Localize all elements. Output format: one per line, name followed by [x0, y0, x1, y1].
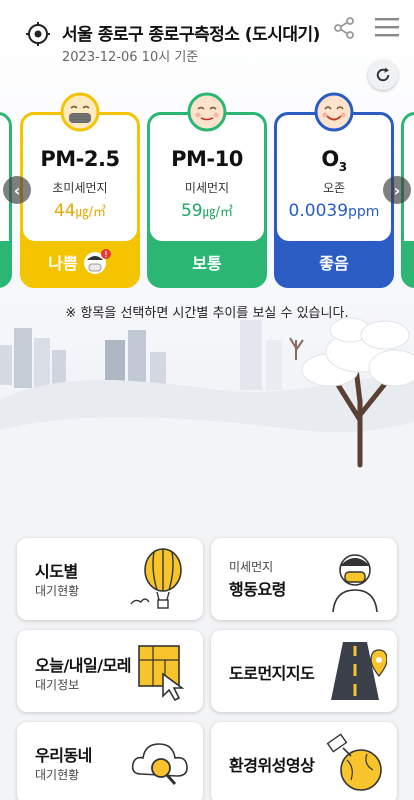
masked-face-icon: [60, 92, 100, 132]
menu-title: 우리동네: [35, 746, 92, 765]
menu-forecast[interactable]: 오늘/내일/모레 대기정보: [17, 630, 203, 712]
carousel-prev-button[interactable]: ‹: [3, 176, 31, 204]
pollutant-label: 초미세먼지: [52, 181, 108, 195]
status-label: 보통: [192, 253, 222, 273]
chevron-right-icon: ›: [393, 180, 401, 200]
road-map-icon: [331, 642, 387, 700]
refresh-button[interactable]: [368, 60, 398, 90]
pollutant-symbol: O: [321, 147, 339, 171]
pm25-card[interactable]: PM-2.5 초미세먼지 44㎍/㎥ 나쁨 !: [20, 112, 140, 288]
menu-title: 환경위성영상: [229, 756, 315, 775]
refresh-icon: [376, 67, 390, 82]
pollutant-name: PM-10: [171, 147, 243, 171]
menu-sido-air-status[interactable]: 시도별 대기현황: [17, 538, 203, 620]
neutral-face-icon: [187, 92, 227, 132]
hot-air-balloon-icon: [130, 548, 182, 609]
measurement-timestamp: 2023-12-06 10시 기준: [62, 50, 199, 65]
menu-title: 오늘/내일/모레: [35, 656, 132, 675]
menu-neighborhood-air[interactable]: 우리동네 대기현황: [17, 722, 203, 800]
cloud-search-icon: [131, 743, 188, 785]
pollutant-name: O3: [277, 147, 391, 174]
svg-text:!: !: [104, 250, 107, 259]
carousel-next-button[interactable]: ›: [383, 176, 411, 204]
o3-card[interactable]: O3 오존 0.0039ppm 좋음: [274, 112, 394, 288]
header: 서울 종로구 종로구측정소 (도시대기) 2023-12-06 10시 기준: [0, 0, 414, 90]
station-name[interactable]: 서울 종로구 종로구측정소 (도시대기): [62, 20, 320, 45]
value-number: 44: [53, 201, 76, 221]
value-unit: ㎍/㎥: [202, 205, 234, 220]
masked-person-icon: [332, 554, 378, 612]
card-body: [277, 115, 391, 241]
status-label: 좋음: [319, 253, 349, 273]
pollutant-name: PM-2.5: [40, 147, 120, 171]
share-icon[interactable]: [332, 16, 356, 40]
menu-title: 시도별: [35, 562, 78, 581]
menu-title: 행동요령: [229, 580, 286, 599]
status-text: 나쁨: [48, 253, 78, 273]
card-body: [150, 115, 264, 241]
location-target-icon[interactable]: [26, 22, 50, 46]
status-label: 나쁨 !: [23, 238, 137, 285]
menu-title: 도로먼지지도: [229, 664, 315, 683]
menu-road-dust-map[interactable]: 도로먼지지도: [211, 630, 397, 712]
pollutant-value: 0.0039ppm: [277, 201, 391, 221]
map-pointer-icon: [138, 645, 185, 702]
smile-face-icon: [314, 92, 354, 132]
value-number: 0.0039: [288, 201, 349, 221]
card-body: [23, 115, 137, 241]
value-unit: ppm: [348, 204, 380, 220]
pollutant-value: 44㎍/㎥: [23, 201, 137, 221]
menu-subtitle: 대기현황: [35, 768, 80, 782]
pm10-card[interactable]: PM-10 미세먼지 59㎍/㎥ 보통: [147, 112, 267, 288]
masked-person-icon: !: [83, 248, 111, 274]
pollutant-label: 오존: [322, 181, 346, 195]
menu-subtitle: 미세먼지: [229, 560, 274, 574]
satellite-icon: [326, 733, 382, 791]
value-number: 59: [180, 201, 203, 221]
menu-satellite-imagery[interactable]: 환경위성영상: [211, 722, 397, 800]
pollutant-label: 미세먼지: [184, 181, 230, 195]
menu-subtitle: 대기현황: [35, 584, 80, 598]
menu-dust-guidelines[interactable]: 미세먼지 행동요령: [211, 538, 397, 620]
chevron-left-icon: ‹: [13, 180, 21, 200]
hero-section: 서울 종로구 종로구측정소 (도시대기) 2023-12-06 10시 기준 P…: [0, 0, 414, 470]
menu-subtitle: 대기정보: [35, 678, 80, 692]
pollutant-subscript: 3: [338, 160, 347, 175]
pollutant-value: 59㎍/㎥: [150, 201, 264, 221]
hamburger-menu-icon[interactable]: [375, 16, 399, 38]
hint-text: ※ 항목을 선택하면 시간별 추이를 보실 수 있습니다.: [65, 306, 349, 321]
value-unit: ㎍/㎥: [75, 205, 107, 220]
